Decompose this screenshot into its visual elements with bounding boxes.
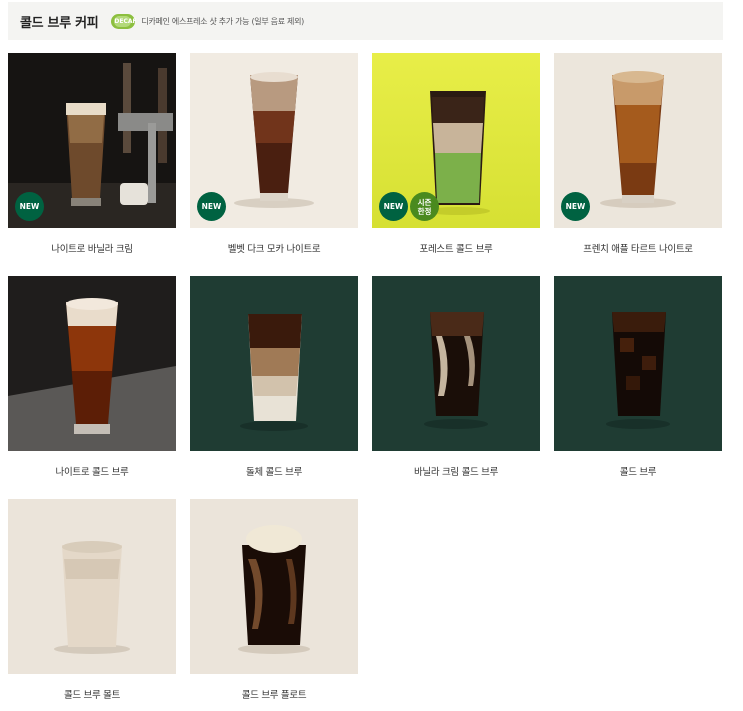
product-image[interactable]: [372, 276, 540, 451]
decaf-note: 디카페인 에스프레소 샷 추가 가능 (일부 음료 제외): [141, 16, 304, 26]
product-card[interactable]: 돌체 콜드 브루: [190, 276, 358, 478]
product-image[interactable]: [190, 499, 358, 674]
product-card[interactable]: 콜드 브루: [554, 276, 722, 478]
category-title: 콜드 브루 커피: [20, 15, 99, 31]
season-badge: 시즌 한정: [410, 192, 439, 221]
product-name[interactable]: 나이트로 콜드 브루: [8, 464, 176, 478]
product-image[interactable]: NEW: [190, 53, 358, 228]
product-name[interactable]: 바닐라 크림 콜드 브루: [372, 464, 540, 478]
new-badge: NEW: [379, 192, 408, 221]
product-name[interactable]: 콜드 브루 몰트: [8, 687, 176, 701]
product-name[interactable]: 나이트로 바닐라 크림: [8, 241, 176, 255]
product-image[interactable]: NEW 시즌 한정: [372, 53, 540, 228]
decaf-icon: DECAF: [111, 13, 137, 29]
new-badge: NEW: [561, 192, 590, 221]
product-name[interactable]: 돌체 콜드 브루: [190, 464, 358, 478]
product-card[interactable]: NEW 벨벳 다크 모카 나이트로: [190, 53, 358, 255]
category-header: 콜드 브루 커피 DECAF 디카페인 에스프레소 샷 추가 가능 (일부 음료…: [8, 2, 723, 40]
product-image[interactable]: [8, 276, 176, 451]
product-name[interactable]: 벨벳 다크 모카 나이트로: [190, 241, 358, 255]
product-name[interactable]: 프렌치 애플 타르트 나이트로: [554, 241, 722, 255]
product-name[interactable]: 콜드 브루: [554, 464, 722, 478]
product-card[interactable]: 콜드 브루 플로트: [190, 499, 358, 701]
product-image[interactable]: NEW: [8, 53, 176, 228]
product-image[interactable]: NEW: [554, 53, 722, 228]
decaf-badge-label: DECAF: [114, 15, 137, 27]
product-card[interactable]: 콜드 브루 몰트: [8, 499, 176, 701]
new-badge: NEW: [15, 192, 44, 221]
new-badge: NEW: [197, 192, 226, 221]
product-image[interactable]: [8, 499, 176, 674]
product-card[interactable]: NEW 나이트로 바닐라 크림: [8, 53, 176, 255]
product-image[interactable]: [190, 276, 358, 451]
product-name[interactable]: 콜드 브루 플로트: [190, 687, 358, 701]
product-name[interactable]: 포레스트 콜드 브루: [372, 241, 540, 255]
product-card[interactable]: NEW 프렌치 애플 타르트 나이트로: [554, 53, 722, 255]
product-image[interactable]: [554, 276, 722, 451]
product-card[interactable]: NEW 시즌 한정 포레스트 콜드 브루: [372, 53, 540, 255]
product-card[interactable]: 바닐라 크림 콜드 브루: [372, 276, 540, 478]
product-card[interactable]: 나이트로 콜드 브루: [8, 276, 176, 478]
